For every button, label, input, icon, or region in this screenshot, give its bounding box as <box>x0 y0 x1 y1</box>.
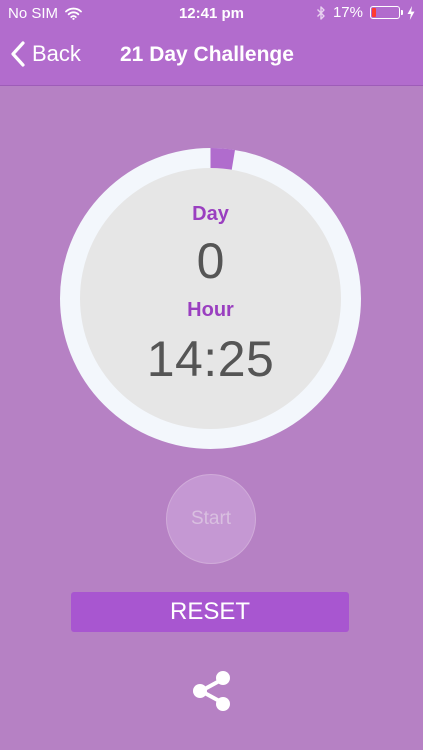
nav-bar: Back 21 Day Challenge <box>0 28 423 84</box>
bluetooth-icon <box>316 5 325 20</box>
start-button[interactable]: Start <box>166 474 256 564</box>
share-icon <box>193 671 230 711</box>
page-title: 21 Day Challenge <box>120 43 294 66</box>
back-button[interactable]: Back <box>10 40 81 68</box>
battery-percent: 17% <box>332 4 363 21</box>
chevron-left-icon <box>11 41 25 67</box>
header: No SIM 12:41 pm 17% Back 21 Day Challeng… <box>0 0 423 86</box>
hour-value: 14:25 <box>146 331 275 387</box>
battery-icon <box>370 6 403 19</box>
back-label: Back <box>32 41 81 66</box>
share-button[interactable] <box>187 666 237 716</box>
progress-ring-fill <box>210 148 235 171</box>
reset-button[interactable]: RESET <box>71 592 349 632</box>
day-value: 0 <box>196 233 225 289</box>
hour-label: Hour <box>187 299 234 321</box>
status-right-group: 17% <box>316 4 415 21</box>
charging-bolt-icon <box>407 5 415 20</box>
day-label: Day <box>192 203 229 225</box>
status-bar: No SIM 12:41 pm 17% <box>0 0 423 28</box>
battery-fill <box>372 8 377 17</box>
